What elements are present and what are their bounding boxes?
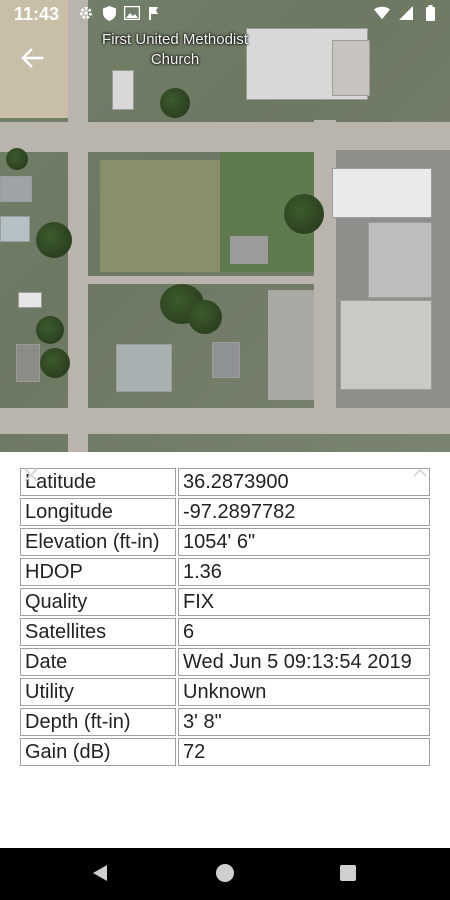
row-label: Date (20, 648, 176, 676)
close-icon (22, 467, 40, 489)
row-label: Satellites (20, 618, 176, 646)
gear-icon (78, 5, 94, 21)
map-building (0, 176, 32, 202)
map-building (332, 40, 370, 96)
map-lot (268, 290, 314, 400)
navigation-bar (0, 848, 450, 900)
nav-back-button[interactable] (92, 864, 108, 887)
map-building (116, 344, 172, 392)
status-time: 11:43 (14, 4, 60, 24)
map-building (212, 342, 240, 378)
close-button[interactable] (22, 466, 42, 486)
row-value: 6 (178, 618, 430, 646)
flag-icon (147, 5, 163, 21)
map-tree (36, 316, 64, 344)
table-row: HDOP 1.36 (20, 558, 430, 586)
map-building (18, 292, 42, 308)
map-building (112, 70, 134, 110)
row-value: Wed Jun 5 09:13:54 2019 (178, 648, 430, 676)
row-value: 72 (178, 738, 430, 766)
row-value: 3' 8" (178, 708, 430, 736)
map-lot (100, 160, 220, 272)
chevron-up-icon (412, 466, 428, 483)
triangle-back-icon (92, 865, 108, 886)
map-building (0, 216, 30, 242)
map-tree (40, 348, 70, 378)
map-building (230, 236, 268, 264)
map-tree (6, 148, 28, 170)
row-value: -97.2897782 (178, 498, 430, 526)
table-row: Longitude -97.2897782 (20, 498, 430, 526)
row-label: Latitude (20, 468, 176, 496)
row-label: Quality (20, 588, 176, 616)
nav-home-button[interactable] (216, 864, 234, 882)
row-label: Longitude (20, 498, 176, 526)
map-tree (188, 300, 222, 334)
row-label: HDOP (20, 558, 176, 586)
battery-icon (422, 5, 438, 21)
back-button[interactable] (16, 42, 48, 74)
row-value: FIX (178, 588, 430, 616)
table-row: Satellites 6 (20, 618, 430, 646)
map-tree (284, 194, 324, 234)
row-label: Gain (dB) (20, 738, 176, 766)
map-road (68, 0, 88, 452)
map-building (368, 222, 432, 298)
row-label: Depth (ft-in) (20, 708, 176, 736)
row-value: Unknown (178, 678, 430, 706)
arrow-left-icon (16, 48, 48, 78)
map-building (332, 168, 432, 218)
table-row: Elevation (ft-in) 1054' 6" (20, 528, 430, 556)
status-bar: 11:43 (0, 0, 450, 28)
row-value: 36.2873900 (178, 468, 430, 496)
map-road (314, 120, 336, 420)
table-row: Latitude 36.2873900 (20, 468, 430, 496)
map-building (340, 300, 432, 390)
map-tree (36, 222, 72, 258)
map-place-label[interactable]: First United Methodist Church (100, 30, 250, 70)
row-label: Elevation (ft-in) (20, 528, 176, 556)
signal-icon (398, 5, 414, 21)
table-row: Gain (dB) 72 (20, 738, 430, 766)
map-building (16, 344, 40, 382)
map-road (88, 276, 316, 284)
image-icon (124, 5, 140, 21)
row-value: 1.36 (178, 558, 430, 586)
info-table: Latitude 36.2873900 Longitude -97.289778… (18, 466, 432, 768)
table-row: Quality FIX (20, 588, 430, 616)
table-row: Utility Unknown (20, 678, 430, 706)
table-row: Date Wed Jun 5 09:13:54 2019 (20, 648, 430, 676)
map-tree (160, 88, 190, 118)
table-row: Depth (ft-in) 3' 8" (20, 708, 430, 736)
shield-icon (101, 5, 117, 21)
collapse-button[interactable] (412, 466, 432, 486)
nav-recents-button[interactable] (340, 865, 356, 881)
location-info-panel: Latitude 36.2873900 Longitude -97.289778… (0, 452, 450, 848)
row-label: Utility (20, 678, 176, 706)
row-value: 1054' 6" (178, 528, 430, 556)
wifi-icon (374, 5, 390, 21)
